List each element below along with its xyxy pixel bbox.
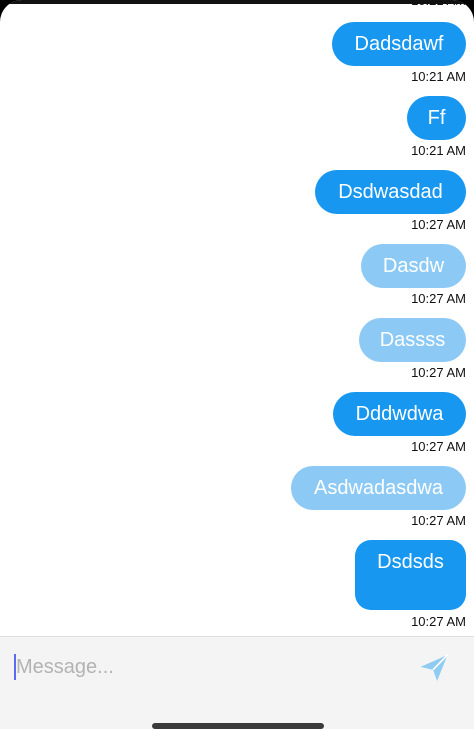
home-indicator <box>152 723 324 729</box>
message-time: 10:27 AM <box>411 614 466 629</box>
chat-screen: 10:21 AM Dadsdawf 10:21 AM Ff 10:21 AM D… <box>0 0 474 729</box>
message-list[interactable]: 10:21 AM Dadsdawf 10:21 AM Ff 10:21 AM D… <box>0 0 474 636</box>
message-bubble[interactable]: Dasdw <box>361 244 466 288</box>
message-bubble[interactable]: Dadsdawf <box>332 22 466 66</box>
message-time: 10:27 AM <box>411 365 466 380</box>
message-bubble[interactable]: Ff <box>407 96 466 140</box>
message-bubble[interactable]: Dassss <box>359 318 466 362</box>
message-time: 10:21 AM <box>411 143 466 158</box>
message-bubble[interactable]: Dsdsds <box>355 540 466 610</box>
message-input[interactable] <box>16 650 396 684</box>
message-bubble[interactable]: Dsdwasdad <box>315 170 466 214</box>
message-bubble[interactable]: Asdwadasdwa <box>291 466 466 510</box>
message-time: 10:27 AM <box>411 217 466 232</box>
message-time: 10:27 AM <box>411 291 466 306</box>
message-time: 10:27 AM <box>411 439 466 454</box>
send-button[interactable] <box>416 650 452 686</box>
message-time: 10:27 AM <box>411 513 466 528</box>
message-time: 10:21 AM <box>411 0 466 8</box>
message-time: 10:21 AM <box>411 69 466 84</box>
send-icon <box>420 654 449 682</box>
message-bubble[interactable]: Dddwdwa <box>333 392 466 436</box>
